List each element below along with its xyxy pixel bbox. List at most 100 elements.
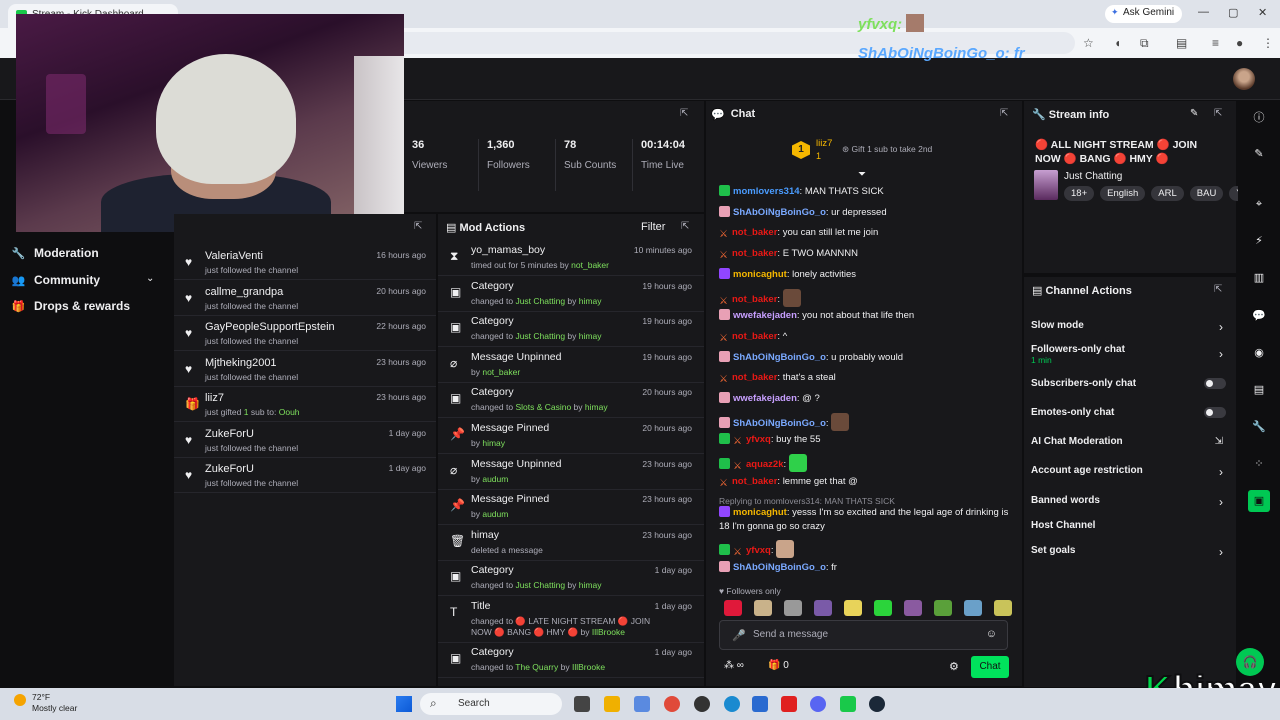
bookmark-star-icon[interactable]: ☆: [1083, 36, 1094, 50]
chat-username[interactable]: not_baker: [732, 372, 777, 383]
detail-highlight[interactable]: Just Chatting: [515, 580, 565, 590]
emote-1[interactable]: [724, 600, 742, 616]
broadcast-icon[interactable]: ◉: [1248, 342, 1270, 364]
chat-username[interactable]: ShAbOiNgBoinGo_o: [733, 352, 826, 363]
detail-highlight[interactable]: audum: [482, 509, 508, 519]
sidebar-item-drops[interactable]: 🎁 Drops & rewards: [12, 299, 130, 313]
chat-message[interactable]: ⚔ not_baker:: [719, 288, 1168, 514]
detail-highlight[interactable]: himay: [579, 296, 602, 306]
media-icon[interactable]: ≡: [1212, 36, 1219, 50]
profile-icon[interactable]: ●: [1236, 36, 1243, 50]
activity-username[interactable]: callme_grandpa: [205, 286, 283, 298]
mod-action-row[interactable]: 🗑 himay deleted a message 23 hours ago: [438, 526, 704, 561]
mod-action-row[interactable]: 📌 Message Pinned by himay 20 hours ago: [438, 419, 704, 454]
chat-message[interactable]: ⚔ yfvxq:: [719, 540, 1015, 558]
chat-message[interactable]: ⚔ not_baker: you can still let me join: [719, 226, 1168, 452]
emote-7[interactable]: [904, 600, 922, 616]
chat-message[interactable]: ShAbOiNgBoinGo_o: u probably would: [719, 350, 1015, 365]
discord-icon[interactable]: [810, 696, 826, 712]
store-icon[interactable]: [752, 696, 768, 712]
chat-username[interactable]: ShAbOiNgBoinGo_o: [733, 418, 826, 429]
popout-icon[interactable]: ⇱: [680, 108, 688, 119]
chat-username[interactable]: aquaz2k: [746, 459, 784, 470]
chevron-right-icon[interactable]: ›: [1219, 465, 1223, 479]
chat-input[interactable]: 🎤 Send a message ☺: [719, 620, 1008, 650]
menu-icon[interactable]: ⋮: [1262, 36, 1274, 50]
mod-action-row[interactable]: ▣ Category changed to Just Chatting by him…: [438, 561, 704, 597]
gear-icon[interactable]: ⚙: [949, 660, 959, 673]
file-explorer-icon[interactable]: [604, 696, 620, 712]
chat-message[interactable]: ShAbOiNgBoinGo_o:: [719, 412, 1015, 431]
clipboard-icon[interactable]: ▥: [1248, 267, 1270, 289]
mod-action-row[interactable]: ▣ Category changed to Just Chatting by him…: [438, 312, 704, 348]
chevron-right-icon[interactable]: ›: [1219, 347, 1223, 361]
user-avatar[interactable]: [1233, 68, 1255, 90]
detail-highlight[interactable]: himay: [482, 438, 505, 448]
mod-action-row[interactable]: ▣ Category changed to Slots & Casino by hi…: [438, 383, 704, 419]
chat-username[interactable]: ShAbOiNgBoinGo_o: [733, 562, 826, 573]
minimize-icon[interactable]: —: [1198, 6, 1209, 18]
emote-3[interactable]: [784, 600, 802, 616]
chat-username[interactable]: wwefakejaden: [733, 310, 797, 321]
chat-message[interactable]: ⚔ not_baker: that's a steal: [719, 371, 1168, 597]
emote-10[interactable]: [994, 600, 1012, 616]
channel-points[interactable]: ⁂ ∞: [724, 660, 744, 671]
mod-action-row[interactable]: ⌀ Message Unpinned by audum 23 hours ago: [438, 455, 704, 490]
detail-highlight[interactable]: Slots & Casino: [515, 402, 571, 412]
popout-icon[interactable]: ⇱: [1214, 108, 1222, 119]
chevron-right-icon[interactable]: ›: [1219, 545, 1223, 559]
list-item[interactable]: ♥ ZukeForU just followed the channel 1 day …: [174, 424, 436, 458]
chevron-down-icon[interactable]: ⌄: [146, 273, 154, 284]
mod-action-row[interactable]: ▣ Category changed to Just Chatting by him…: [438, 277, 704, 312]
tab-search-icon[interactable]: ▤: [1176, 36, 1187, 50]
chat-icon[interactable]: 💬: [1248, 305, 1270, 327]
detail-highlight[interactable]: not_baker: [482, 367, 520, 377]
taskbar-search[interactable]: Search: [420, 693, 562, 715]
info-icon[interactable]: ⓘ: [1248, 107, 1270, 129]
gift-cta[interactable]: ⊛ Gift 1 sub to take 2nd: [842, 144, 932, 155]
activity-username[interactable]: ValeriaVenti: [205, 250, 263, 262]
detail-highlight[interactable]: The Quarry: [515, 662, 558, 672]
external-link-icon[interactable]: ⇲: [1215, 436, 1223, 447]
mod-action-row[interactable]: ⧗ yo_mamas_boy timed out for 5 minutes by …: [438, 241, 704, 276]
chat-message[interactable]: wwefakejaden: you not about that life th…: [719, 309, 1015, 323]
chat-username[interactable]: yfvxq: [746, 545, 771, 556]
chat-username[interactable]: not_baker: [732, 476, 777, 487]
chevron-right-icon[interactable]: ›: [1219, 495, 1223, 509]
channel-action-host-channel[interactable]: Host Channel: [1031, 520, 1229, 531]
chat-username[interactable]: ShAbOiNgBoinGo_o: [733, 207, 826, 218]
chat-username[interactable]: not_baker: [732, 227, 777, 238]
maximize-icon[interactable]: ▢: [1228, 6, 1238, 19]
chrome-icon[interactable]: [664, 696, 680, 712]
emote-6[interactable]: [874, 600, 892, 616]
microphone-icon[interactable]: 🎤: [732, 629, 746, 642]
activity-username[interactable]: ZukeForU: [205, 463, 254, 475]
emote-8[interactable]: [934, 600, 952, 616]
sidebar-item-moderation[interactable]: 🔧 Moderation: [12, 246, 99, 260]
chat-username[interactable]: wwefakejaden: [733, 393, 797, 404]
mod-action-row[interactable]: ▣ Category changed to The Quarry by IllBro…: [438, 643, 704, 678]
popout-icon[interactable]: ⇱: [1000, 108, 1008, 119]
channel-action-slow-mode[interactable]: Slow mode ›: [1031, 320, 1229, 334]
list-item[interactable]: 🎁 liiz7 just gifted 1 sub to: Oouh 23 hours…: [174, 388, 436, 422]
chevron-right-icon[interactable]: ›: [1219, 320, 1223, 334]
detail-highlight[interactable]: Just Chatting: [515, 296, 565, 306]
chat-message[interactable]: wwefakejaden: @ ?: [719, 392, 1015, 406]
ask-gemini-button[interactable]: Ask Gemini: [1105, 5, 1183, 23]
youtube-icon[interactable]: [781, 696, 797, 712]
chat-message[interactable]: ⚔ aquaz2k:: [719, 454, 1015, 473]
detail-highlight[interactable]: not_baker: [571, 260, 609, 270]
popout-icon[interactable]: ⇱: [681, 221, 689, 232]
chat-message[interactable]: ⚔ not_baker: ^: [719, 330, 1168, 555]
chat-message[interactable]: monicaghut: lonely activities: [719, 267, 1015, 282]
mod-action-row[interactable]: T Title changed to 🔴 LATE NIGHT STREAM 🔴 J…: [438, 597, 704, 643]
chat-message[interactable]: momlovers314: MAN THATS SICK: [719, 185, 1015, 199]
steam-icon[interactable]: [869, 696, 885, 712]
copilot-icon[interactable]: [634, 696, 650, 712]
close-icon[interactable]: ✕: [1258, 6, 1267, 19]
list-item[interactable]: ♥ callme_grandpa just followed the channel…: [174, 282, 436, 316]
gift-subs[interactable]: 🎁 0: [768, 660, 789, 671]
popout-icon[interactable]: ⇱: [414, 221, 422, 232]
emote-9[interactable]: [964, 600, 982, 616]
chat-username[interactable]: not_baker: [732, 331, 777, 342]
